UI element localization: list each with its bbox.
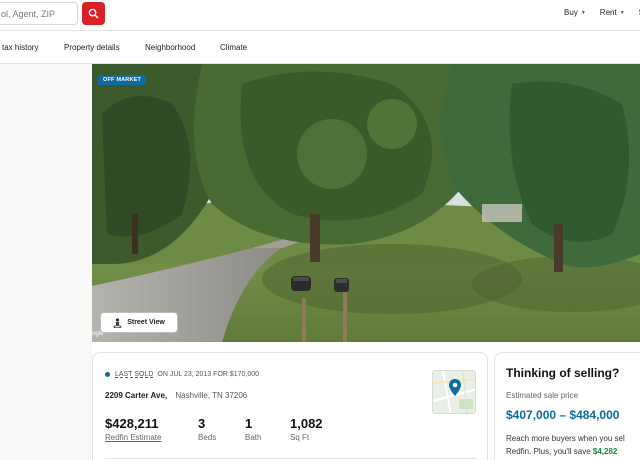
search-button[interactable]	[82, 2, 105, 25]
status-dot-icon	[105, 372, 110, 377]
map-thumbnail[interactable]	[432, 370, 476, 414]
search-input[interactable]	[0, 3, 77, 24]
stat-baths: 1 Bath	[245, 416, 261, 442]
selling-title: Thinking of selling?	[506, 366, 620, 380]
sqft-label: Sq Ft	[290, 433, 310, 442]
selling-subtitle: Estimated sale price	[506, 391, 579, 400]
street-address: 2209 Carter Ave,	[105, 391, 168, 400]
tab-climate[interactable]: Climate	[220, 43, 247, 52]
nav-buy[interactable]: Buy ▼	[564, 8, 586, 17]
baths-value: 1	[245, 416, 253, 431]
caret-down-icon: ▼	[619, 9, 625, 16]
estimate-value: $428,211	[105, 416, 159, 431]
caret-down-icon: ▼	[580, 9, 586, 16]
stat-beds: 3 Beds	[198, 416, 216, 442]
stat-estimate: $428,211 Redfin Estimate	[105, 416, 161, 442]
property-address: 2209 Carter Ave, Nashville, TN 37206	[105, 391, 247, 400]
selling-body-prefix: Redfin. Plus, you'll save	[506, 447, 593, 456]
estimated-price-range: $407,000 – $484,000	[506, 408, 620, 422]
selling-body-line2: Redfin. Plus, you'll save $4,282	[506, 447, 617, 456]
search-icon	[88, 8, 99, 19]
card-divider	[105, 458, 477, 459]
sale-status: LAST SOLD ON JUL 23, 2013 FOR $170,000	[105, 371, 259, 378]
off-market-badge: OFF MARKET	[98, 75, 147, 85]
top-bar: Buy ▼ Rent ▼ S	[0, 0, 640, 30]
last-sold-label[interactable]: LAST SOLD	[115, 371, 153, 378]
pegman-icon	[113, 317, 122, 328]
nav-rent-label: Rent	[599, 8, 617, 17]
beds-value: 3	[198, 416, 206, 431]
map-preview-image	[433, 371, 475, 413]
top-nav: Buy ▼ Rent ▼ S	[564, 8, 640, 17]
beds-label: Beds	[198, 433, 217, 442]
tab-neighborhood[interactable]: Neighborhood	[145, 43, 195, 52]
selling-card: Thinking of selling? Estimated sale pric…	[494, 352, 640, 460]
property-photo[interactable]: OFF MARKET Street View ogle	[92, 64, 640, 342]
city-state-zip: Nashville, TN 37206	[175, 391, 248, 400]
nav-buy-label: Buy	[564, 8, 578, 17]
tab-property-details[interactable]: Property details	[64, 43, 120, 52]
estimate-label[interactable]: Redfin Estimate	[105, 433, 161, 442]
sqft-value: 1,082	[290, 416, 323, 431]
street-view-label: Street View	[127, 319, 165, 326]
savings-amount: $4,282	[592, 447, 618, 456]
section-tabs: tax history Property details Neighborhoo…	[0, 30, 640, 64]
search-field[interactable]	[0, 2, 78, 25]
last-sold-detail: ON JUL 23, 2013 FOR $170,000	[157, 371, 260, 378]
stat-sqft: 1,082 Sq Ft	[290, 416, 323, 442]
baths-label: Bath	[245, 433, 262, 442]
property-summary-card: LAST SOLD ON JUL 23, 2013 FOR $170,000 2…	[92, 352, 488, 460]
map-attribution: ogle	[92, 331, 104, 337]
nav-rent[interactable]: Rent ▼	[600, 8, 625, 17]
street-view-button[interactable]: Street View	[100, 312, 178, 333]
tab-tax-history[interactable]: tax history	[2, 43, 38, 52]
selling-body-line1: Reach more buyers when you sel	[506, 434, 625, 443]
left-gutter	[0, 64, 92, 460]
street-scene-image	[92, 64, 640, 342]
